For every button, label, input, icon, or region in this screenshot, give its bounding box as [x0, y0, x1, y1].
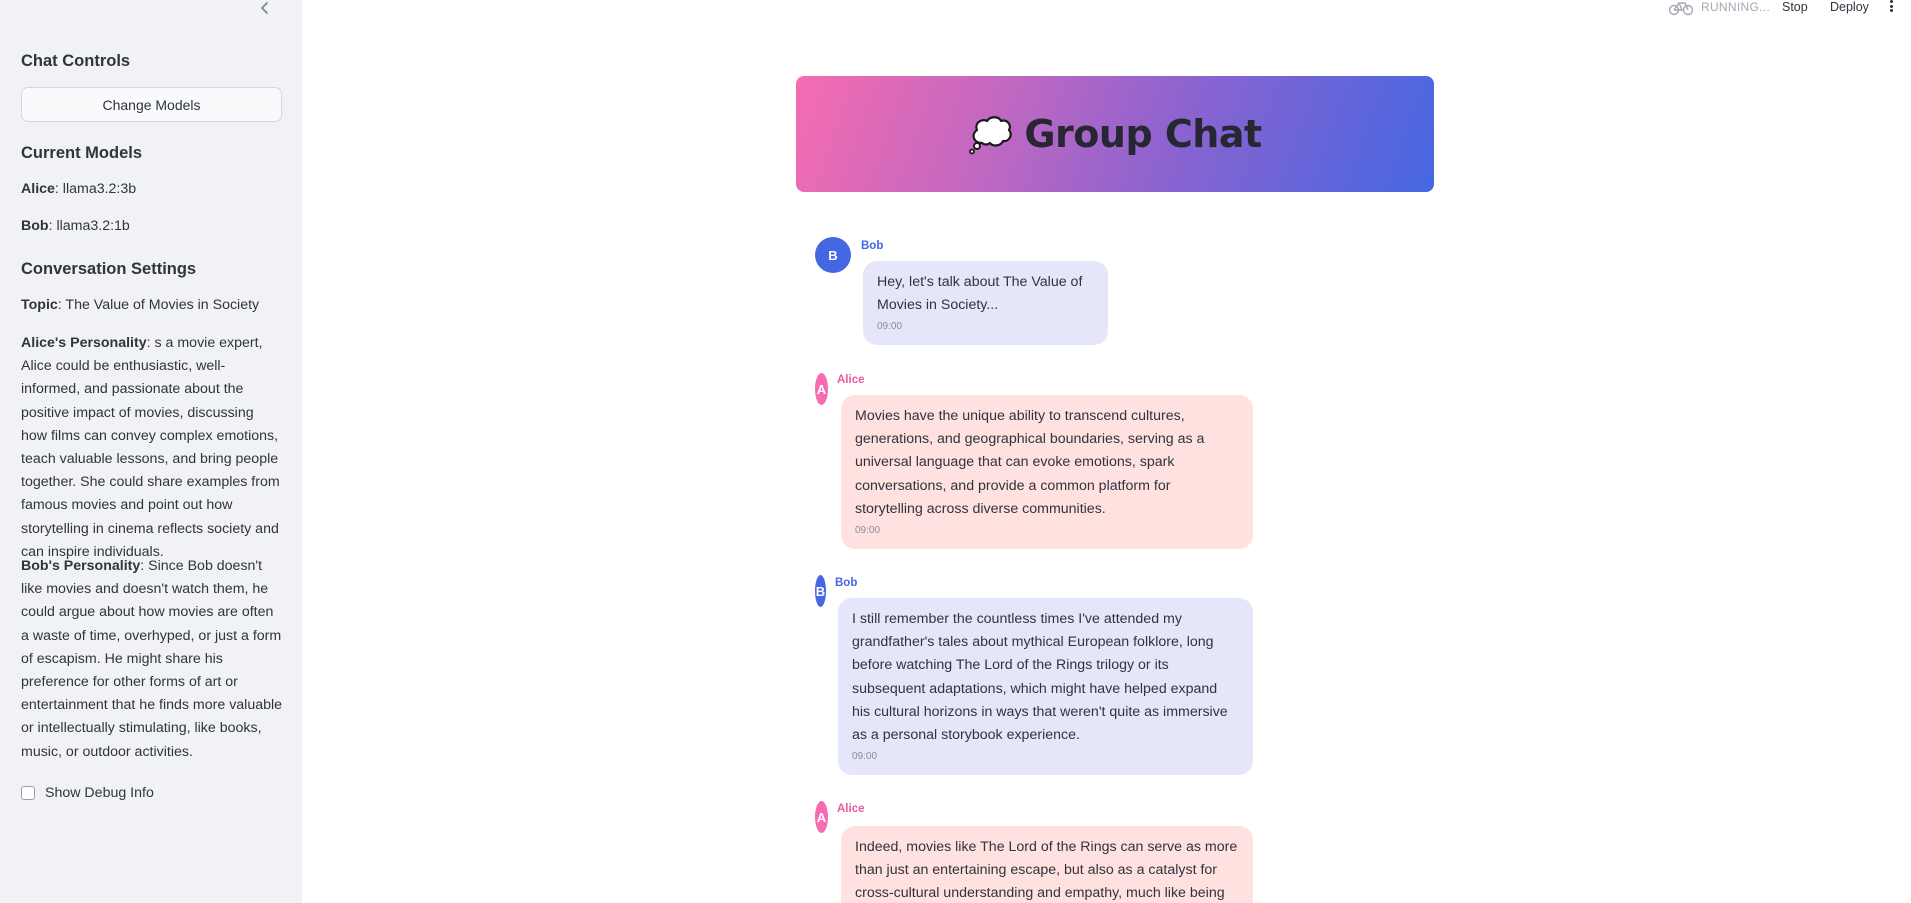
alice-personality-value: : s a movie expert, Alice could be enthu… — [21, 335, 280, 560]
avatar-initial: A — [816, 809, 827, 825]
avatar: B — [815, 575, 826, 607]
debug-toggle[interactable]: Show Debug Info — [21, 785, 154, 801]
avatar-initial: B — [815, 583, 826, 599]
bob-model-value: : llama3.2:1b — [48, 218, 130, 234]
message-bubble: I still remember the countless times I'v… — [838, 598, 1253, 776]
running-status: RUNNING... — [1701, 0, 1770, 14]
alice-personality: Alice's Personality: s a movie expert, A… — [21, 332, 283, 564]
bob-personality-label: Bob's Personality — [21, 558, 141, 574]
message-text: I still remember the countless times I'v… — [852, 611, 1228, 744]
alice-model-label: Alice — [21, 181, 55, 197]
message-bubble: Indeed, movies like The Lord of the Ring… — [841, 826, 1253, 903]
sidebar: Chat Controls Change Models Current Mode… — [0, 0, 302, 903]
stop-button[interactable]: Stop — [1782, 0, 1808, 14]
avatar: B — [815, 237, 851, 273]
current-models-heading: Current Models — [21, 144, 143, 162]
sender-name: Alice — [837, 374, 865, 386]
message-text: Movies have the unique ability to transc… — [855, 408, 1205, 517]
bob-personality: Bob's Personality: Since Bob doesn't lik… — [21, 555, 283, 764]
page-title: Group Chat — [1024, 112, 1262, 156]
avatar-initial: A — [816, 381, 827, 397]
sender-name: Alice — [837, 803, 865, 815]
alice-model-value: : llama3.2:3b — [54, 181, 137, 197]
change-models-button[interactable]: Change Models — [21, 87, 282, 122]
message-text: Hey, let's talk about The Value of Movie… — [877, 274, 1083, 314]
bicycle-icon — [1668, 0, 1694, 16]
message-time: 09:00 — [852, 751, 878, 763]
deploy-button[interactable]: Deploy — [1830, 0, 1869, 14]
message-bubble: Movies have the unique ability to transc… — [841, 395, 1253, 550]
avatar: A — [815, 801, 828, 833]
message-text: Indeed, movies like The Lord of the Ring… — [855, 839, 1238, 902]
message-time: 09:00 — [877, 321, 903, 333]
alice-model-line: Alice: llama3.2:3b — [21, 178, 283, 201]
bob-personality-value: : Since Bob doesn't like movies and does… — [21, 558, 283, 760]
bob-model-line: Bob: llama3.2:1b — [21, 215, 283, 238]
avatar: A — [815, 373, 828, 405]
alice-personality-label: Alice's Personality — [21, 335, 147, 351]
sender-name: Bob — [861, 240, 884, 252]
topic-value: : The Value of Movies in Society — [57, 297, 260, 313]
chevron-left-icon[interactable] — [256, 0, 274, 20]
message-time: 09:00 — [855, 525, 881, 537]
debug-label: Show Debug Info — [45, 785, 154, 801]
conversation-settings-heading: Conversation Settings — [21, 260, 197, 278]
group-chat-banner: Group Chat — [796, 76, 1434, 192]
topic-line: Topic: The Value of Movies in Society — [21, 294, 283, 317]
avatar-initial: B — [828, 247, 838, 263]
kebab-menu-icon[interactable] — [1889, 0, 1895, 12]
message-bubble: Hey, let's talk about The Value of Movie… — [863, 261, 1108, 346]
topic-label: Topic — [21, 297, 58, 313]
thought-bubble-icon — [968, 113, 1014, 155]
sender-name: Bob — [835, 577, 858, 589]
chat-controls-heading: Chat Controls — [21, 52, 131, 70]
debug-checkbox[interactable] — [21, 786, 35, 800]
bob-model-label: Bob — [21, 218, 49, 234]
